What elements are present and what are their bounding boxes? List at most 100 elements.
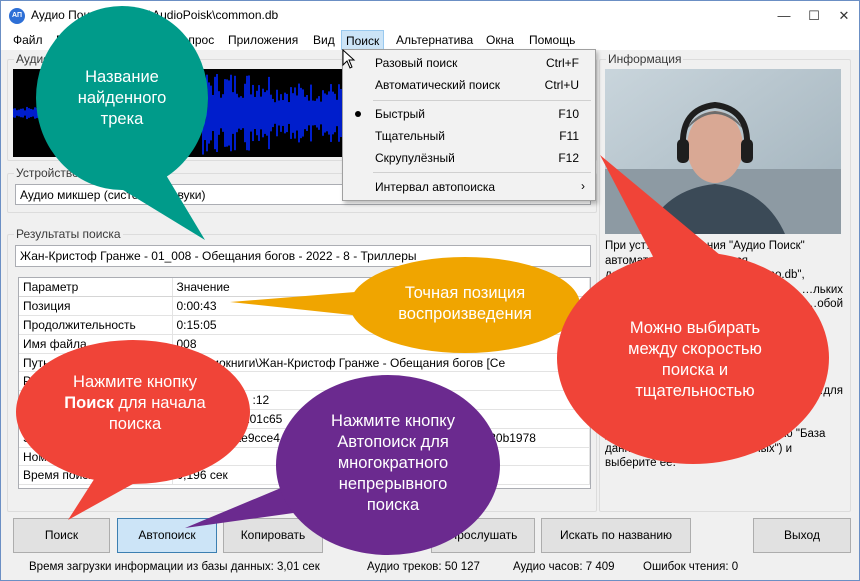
menu-windows[interactable]: Окна (486, 33, 514, 47)
table-row[interactable]: MD5 21101c65 (19, 409, 590, 429)
cell-value: D:\Аудиокниги\Жан-Кристоф Гранже - Обеща… (172, 353, 590, 373)
info-line: выберите её. (605, 457, 676, 469)
menu-item-label: Быстрый (375, 107, 425, 121)
title-bar[interactable]: АП Аудио Поиск - C:\Soft\AudioPoisk\comm… (1, 1, 859, 30)
cell-param: Дата (19, 390, 173, 411)
table-row[interactable]: Номер (19, 447, 590, 467)
menu-view[interactable]: Вид (313, 33, 335, 47)
cell-param: Размер (19, 371, 173, 392)
cell-value: 0:15:05 (172, 315, 590, 335)
menu-audio-request[interactable]: Аудио запрос (139, 33, 214, 47)
column-header-value[interactable]: Значение (172, 278, 590, 298)
menu-database[interactable]: База данных (56, 33, 127, 47)
table-row[interactable]: Позиция 0:00:43 (19, 296, 590, 317)
track-name-field[interactable]: Жан-Кристоф Гранже - 01_008 - Обещания б… (15, 245, 591, 267)
cell-value: 0:00:43 (172, 296, 590, 317)
info-line: данных с сайта (используйте меню "База (605, 428, 826, 440)
menu-item-shortcut: F10 (558, 107, 579, 121)
column-header-parameter[interactable]: Параметр (19, 278, 173, 298)
status-load-time: Время загрузки информации из базы данных… (29, 561, 320, 573)
menu-search[interactable]: Поиск (341, 30, 385, 50)
menu-item-autosearch-interval[interactable]: Интервал автопоиска › (343, 176, 595, 198)
results-table[interactable]: Параметр Значение Позиция 0:00:43 Продолж… (18, 277, 591, 489)
table-header-row: Параметр Значение (19, 278, 590, 298)
table-row[interactable]: Размер (19, 371, 590, 392)
close-icon[interactable]: ✕ (829, 1, 859, 30)
menu-apps[interactable]: Приложения (228, 33, 298, 47)
person-photo-graphic (605, 69, 841, 234)
menu-item-single-search[interactable]: Разовый поиск Ctrl+F (343, 52, 595, 74)
mouse-cursor-icon (342, 49, 356, 69)
main-window: АП Аудио Поиск - C:\Soft\AudioPoisk\comm… (0, 0, 860, 581)
status-bar: Время загрузки информации из базы данных… (1, 558, 859, 580)
cell-value (172, 371, 590, 392)
cell-value: ae9cce4 c3b20b1978 (172, 428, 590, 448)
table-row[interactable]: Имя файла 008 (19, 334, 590, 354)
cell-value: 0,196 сек (172, 465, 590, 486)
window-title: Аудио Поиск - C:\Soft\AudioPoisk\common.… (31, 8, 279, 22)
menu-item-shortcut: F11 (559, 129, 579, 143)
menu-item-shortcut: Ctrl+F (546, 56, 579, 70)
table-row[interactable]: SHA1 ae9cce4 c3b20b1978 (19, 428, 590, 448)
menu-alternative[interactable]: Альтернатива (396, 33, 473, 47)
menu-item-scrupulous[interactable]: Скрупулёзный F12 (343, 147, 595, 169)
cell-value-part: ae9cce4 (234, 430, 280, 445)
menu-item-shortcut: Ctrl+U (544, 78, 579, 92)
copy-button[interactable]: Копировать (223, 518, 323, 553)
status-hours: Аудио часов: 7 409 (513, 561, 615, 573)
menu-item-fast[interactable]: Быстрый F10 (343, 103, 595, 125)
menu-help[interactable]: Помощь (529, 33, 575, 47)
info-line: При уст… приложения "Аудио Поиск" (605, 240, 805, 252)
status-errors: Ошибок чтения: 0 (643, 561, 739, 573)
info-line: "Аудио Поиск" загрузите любую базу (605, 413, 801, 426)
author-photo (605, 69, 841, 234)
cell-value-part: c3b20b1978 (469, 430, 536, 445)
info-line: серьезного использования программы (605, 399, 811, 411)
menu-separator (373, 100, 591, 101)
device-group-title: Устройство записи (14, 166, 123, 180)
cell-value: 21101c65 (172, 409, 590, 429)
table-row[interactable]: Дата:12 (19, 390, 590, 411)
listen-button[interactable]: Прослушать (431, 518, 535, 553)
search-dropdown-menu: Разовый поиск Ctrl+F Автоматический поис… (342, 49, 596, 201)
info-description: При уст… приложения "Аудио Поиск" автома… (605, 239, 843, 511)
table-row[interactable]: Продолжительность 0:15:05 (19, 315, 590, 335)
cell-value: :12 (172, 390, 590, 411)
info-line: … …обой (791, 298, 843, 310)
menu-file[interactable]: Файл (13, 33, 43, 47)
cell-param: Путь (19, 353, 173, 373)
search-by-name-button[interactable]: Искать по названию (541, 518, 691, 553)
cell-value: 008 (172, 334, 590, 354)
menu-item-thorough[interactable]: Тщательный F11 (343, 125, 595, 147)
menu-bar: Файл База данных Аудио запрос Приложения… (1, 30, 859, 50)
cell-value (172, 447, 590, 467)
audio-group-title: Аудио (14, 52, 52, 66)
search-button[interactable]: Поиск (13, 518, 110, 553)
menu-separator (373, 172, 591, 173)
menu-item-label: Автоматический поиск (375, 78, 501, 92)
table-row[interactable]: Время поиска 0,196 сек (19, 465, 590, 486)
maximize-icon[interactable]: ☐ (799, 1, 829, 30)
menu-item-label: Тщательный (375, 129, 445, 143)
menu-item-auto-search[interactable]: Автоматический поиск Ctrl+U (343, 74, 595, 96)
menu-item-shortcut: F12 (558, 151, 579, 165)
cell-param: SHA1 (19, 428, 173, 448)
info-line: демонстра… …за данных "Demo.db", (605, 269, 805, 281)
exit-button[interactable]: Выход (753, 518, 851, 553)
minimize-icon[interactable]: — (769, 1, 799, 30)
cell-param: Продолжительность (19, 315, 173, 335)
submenu-arrow-icon: › (581, 179, 585, 193)
radio-bullet-icon (355, 111, 361, 117)
table-row[interactable]: Путь D:\Аудиокниги\Жан-Кристоф Гранже - О… (19, 353, 590, 373)
menu-item-label: Интервал автопоиска (375, 180, 496, 194)
info-line: автомати… …навливается (605, 254, 748, 267)
cell-param: Время поиска (19, 465, 173, 486)
info-group-title: Информация (606, 52, 684, 66)
menu-item-label: Скрупулёзный (375, 151, 455, 165)
menu-item-label: Разовый поиск (375, 56, 458, 70)
autosearch-button[interactable]: Автопоиск (117, 518, 217, 553)
info-line: данных -> Скачать базу данных") и (605, 442, 793, 455)
cell-param: Имя файла (19, 334, 173, 354)
app-icon: АП (9, 8, 25, 24)
info-line: … …для (797, 384, 843, 397)
